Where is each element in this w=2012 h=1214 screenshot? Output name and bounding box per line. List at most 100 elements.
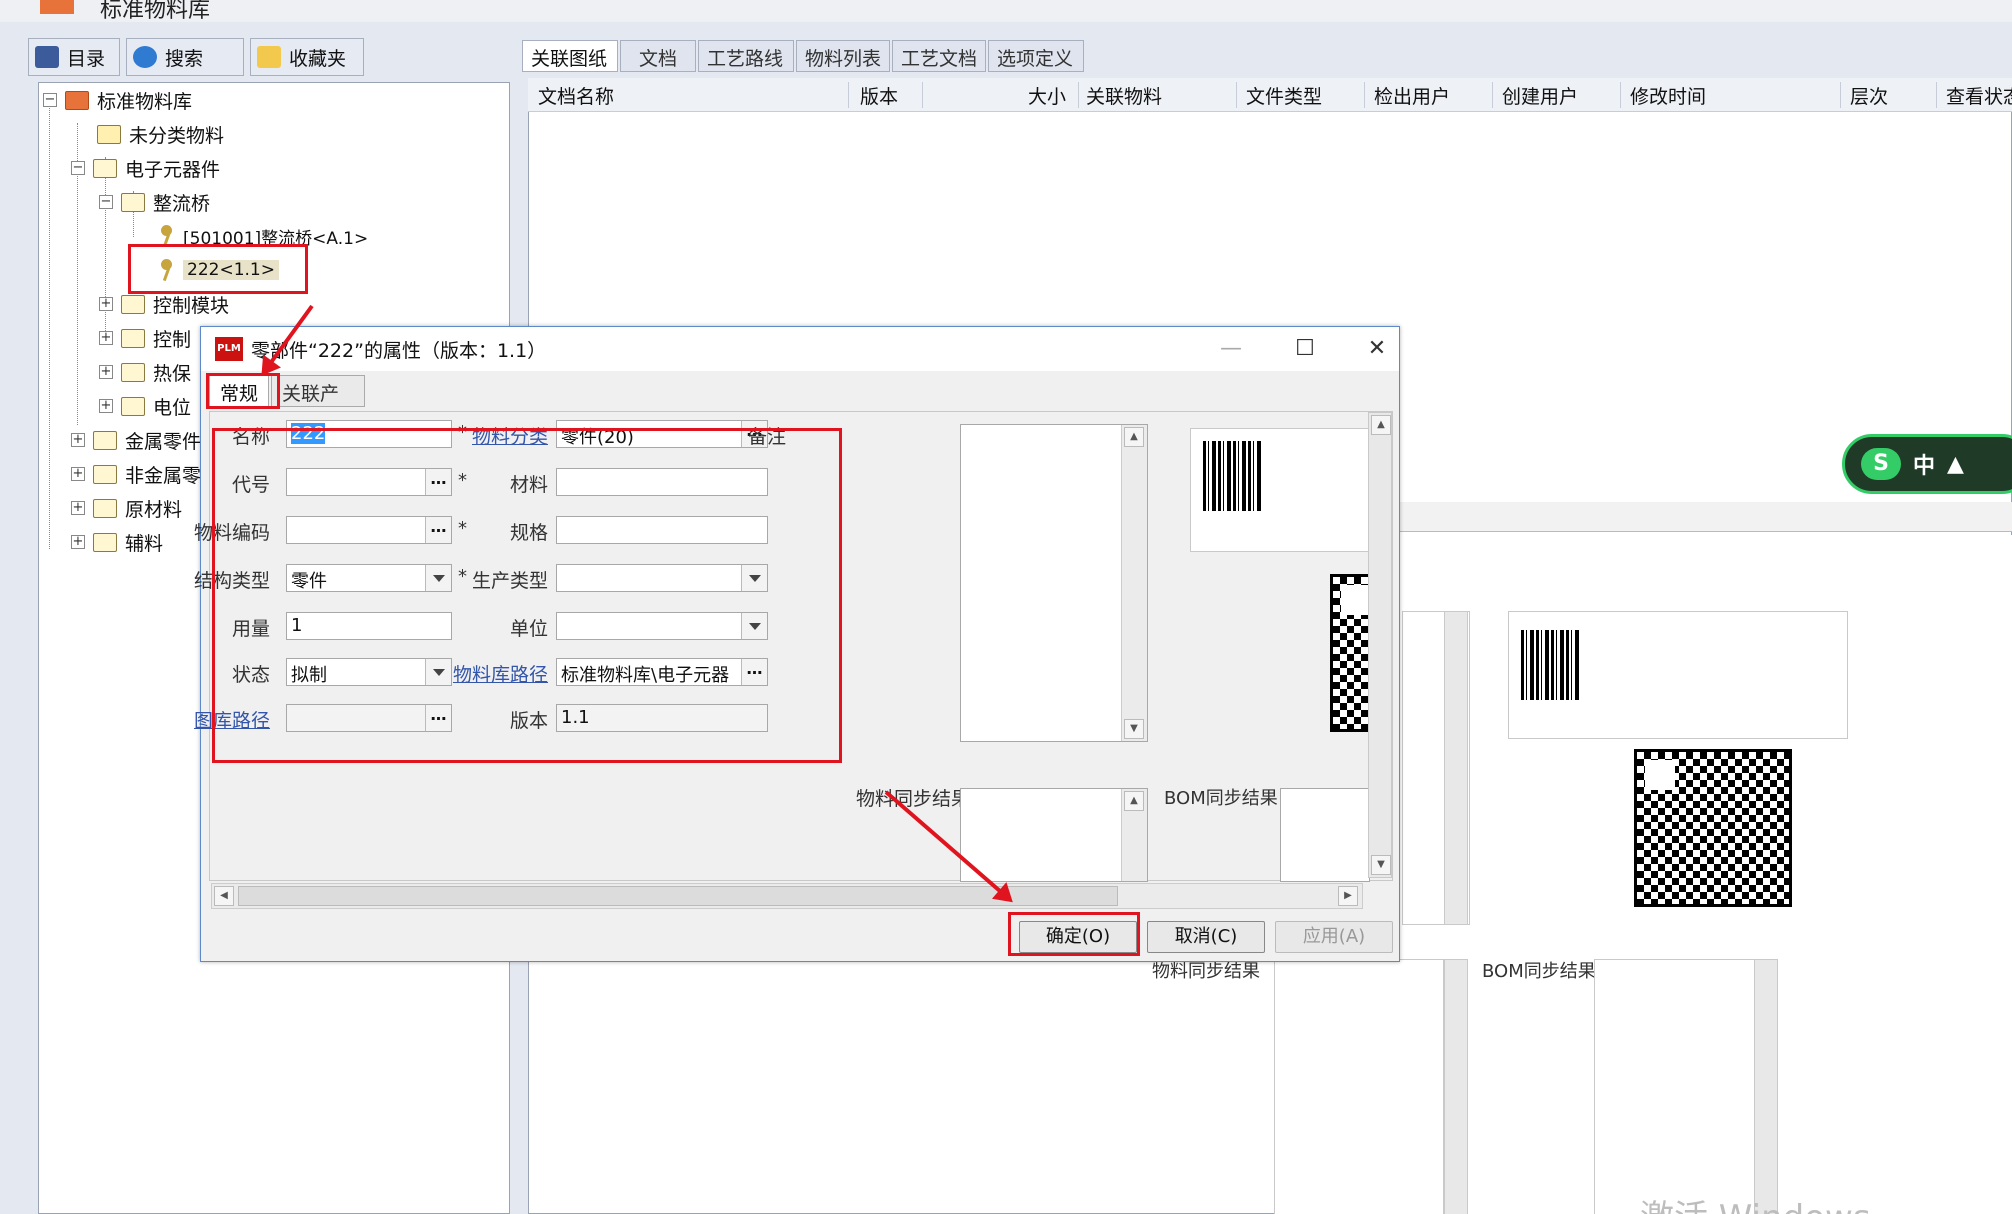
ime-mode-label[interactable]: 中 — [1913, 448, 1935, 480]
collapse-icon[interactable]: − — [43, 93, 57, 107]
expand-icon[interactable]: + — [71, 501, 85, 515]
maximize-icon[interactable]: ☐ — [1287, 333, 1323, 365]
tree-node-control-module[interactable]: + 控制模块 — [99, 289, 229, 319]
bg-material-sync-scroll[interactable] — [1444, 959, 1468, 1214]
close-icon[interactable]: ✕ — [1359, 333, 1395, 365]
scroll-up-icon[interactable]: ▲ — [1124, 791, 1144, 811]
barcode-preview — [1190, 428, 1372, 552]
scroll-right-icon[interactable]: ▶ — [1338, 886, 1358, 906]
hscroll-thumb[interactable] — [238, 886, 1118, 906]
tab-option-definition[interactable]: 选项定义 — [988, 40, 1084, 72]
form-vscroll[interactable]: ▲ ▼ — [1368, 412, 1392, 878]
tree-node-unclassified[interactable]: 未分类物料 — [97, 119, 224, 149]
background-property-area: 物料同步结果 BOM同步结果 — [1152, 535, 2012, 1214]
col-size[interactable]: 大小 — [1028, 82, 1066, 109]
structure-type-select[interactable]: 零件 — [286, 564, 452, 592]
tab-drawings[interactable]: 关联图纸 — [522, 40, 618, 72]
material-sync-scrollbar[interactable]: ▲ — [1121, 789, 1147, 881]
tab-catalog[interactable]: 目录 — [28, 38, 120, 76]
expand-icon[interactable]: + — [71, 535, 85, 549]
expand-icon[interactable]: + — [99, 297, 113, 311]
scroll-up-icon[interactable]: ▲ — [1371, 415, 1391, 435]
unit-select[interactable] — [556, 612, 768, 640]
col-view-status[interactable]: 查看状态 — [1946, 82, 2012, 109]
chevron-down-icon[interactable] — [741, 565, 767, 591]
tree-node-root[interactable]: − 标准物料库 — [43, 85, 192, 115]
material-code-browse-button[interactable]: … — [425, 517, 451, 543]
col-version[interactable]: 版本 — [860, 82, 898, 109]
material-library-browse-button[interactable]: … — [741, 659, 767, 685]
tab-favorites[interactable]: 收藏夹 — [250, 38, 364, 76]
bg-bom-sync-scroll[interactable] — [1754, 959, 1778, 1214]
collapse-icon[interactable]: − — [99, 195, 113, 209]
tree-node-part-b[interactable]: 222<1.1> — [157, 255, 279, 285]
apply-button[interactable]: 应用(A) — [1275, 921, 1393, 953]
expand-icon[interactable]: + — [71, 467, 85, 481]
name-input[interactable]: 222 — [286, 420, 452, 448]
chevron-down-icon[interactable] — [741, 613, 767, 639]
tab-documents[interactable]: 文档 — [620, 40, 696, 72]
scroll-down-icon[interactable]: ▼ — [1124, 719, 1144, 739]
spec-input[interactable] — [556, 516, 768, 544]
tree-node-thermal[interactable]: + 热保 — [99, 357, 191, 387]
remark-textarea[interactable]: ▲ ▼ — [960, 424, 1148, 742]
material-code-input[interactable]: … — [286, 516, 452, 544]
tree-node-potentiometer[interactable]: + 电位 — [99, 391, 191, 421]
tree-node-electronic[interactable]: − 电子元器件 — [71, 153, 220, 183]
ime-toolbar[interactable]: S 中 ▲ — [1842, 434, 2012, 494]
library-path-input[interactable]: … — [286, 704, 452, 732]
quantity-input[interactable]: 1 — [286, 612, 452, 640]
tab-process-route[interactable]: 工艺路线 — [698, 40, 794, 72]
col-separator — [1840, 82, 1841, 108]
chevron-down-icon[interactable] — [425, 565, 451, 591]
material-input[interactable] — [556, 468, 768, 496]
chevron-down-icon[interactable] — [425, 659, 451, 685]
col-doc-name[interactable]: 文档名称 — [538, 82, 614, 109]
col-separator — [1936, 82, 1937, 108]
tree-node-aux[interactable]: + 辅料 — [71, 527, 163, 557]
material-library-path-link[interactable]: 物料库路径 — [450, 660, 548, 687]
expand-icon[interactable]: + — [71, 433, 85, 447]
col-file-type[interactable]: 文件类型 — [1246, 82, 1322, 109]
ok-button[interactable]: 确定(O) — [1019, 921, 1137, 953]
background-vscroll[interactable] — [1444, 611, 1468, 925]
material-category-link[interactable]: 物料分类 — [450, 422, 548, 449]
tree-node-control[interactable]: + 控制 — [99, 323, 191, 353]
form-hscroll[interactable]: ◀ ▶ — [211, 883, 1363, 909]
library-path-link[interactable]: 图库路径 — [180, 706, 270, 733]
tab-process-docs[interactable]: 工艺文档 — [892, 40, 986, 72]
minimize-icon[interactable]: — — [1213, 333, 1249, 365]
production-type-select[interactable] — [556, 564, 768, 592]
expand-icon[interactable]: + — [99, 331, 113, 345]
code-browse-button[interactable]: … — [425, 469, 451, 495]
col-checkout-user[interactable]: 检出用户 — [1374, 82, 1450, 109]
status-select[interactable]: 拟制 — [286, 658, 452, 686]
scroll-left-icon[interactable]: ◀ — [214, 886, 234, 906]
col-modified-time[interactable]: 修改时间 — [1630, 82, 1706, 109]
expand-icon[interactable]: + — [99, 399, 113, 413]
cancel-button[interactable]: 取消(C) — [1147, 921, 1265, 953]
material-library-path-input[interactable]: 标准物料库\电子元器… — [556, 658, 768, 686]
version-input[interactable]: 1.1 — [556, 704, 768, 732]
expand-icon[interactable]: + — [99, 365, 113, 379]
collapse-icon[interactable]: − — [71, 161, 85, 175]
app-title: 标准物料库 — [100, 0, 211, 23]
ime-shirt-icon[interactable]: ▲ — [1947, 452, 1964, 477]
col-created-by[interactable]: 创建用户 — [1502, 82, 1578, 109]
scroll-up-icon[interactable]: ▲ — [1124, 427, 1144, 447]
tree-node-part-a[interactable]: [501001]整流桥<A.1> — [157, 221, 368, 251]
background-scrollbar[interactable] — [1400, 502, 2012, 532]
code-input[interactable]: … — [286, 468, 452, 496]
tree-node-rectifier[interactable]: − 整流桥 — [99, 187, 210, 217]
library-icon — [65, 90, 89, 110]
tab-material-list[interactable]: 物料列表 — [796, 40, 890, 72]
tab-search[interactable]: 搜索 — [126, 38, 244, 76]
tree-node-raw[interactable]: + 原材料 — [71, 493, 182, 523]
col-level[interactable]: 层次 — [1850, 82, 1888, 109]
col-linked-material[interactable]: 关联物料 — [1086, 82, 1162, 109]
remark-scrollbar[interactable]: ▲ ▼ — [1121, 425, 1147, 741]
scroll-down-icon[interactable]: ▼ — [1371, 855, 1391, 875]
tab-general[interactable]: 常规 — [209, 375, 269, 407]
library-path-browse-button[interactable]: … — [425, 705, 451, 731]
tab-related-products[interactable]: 关联产品 — [271, 375, 365, 432]
